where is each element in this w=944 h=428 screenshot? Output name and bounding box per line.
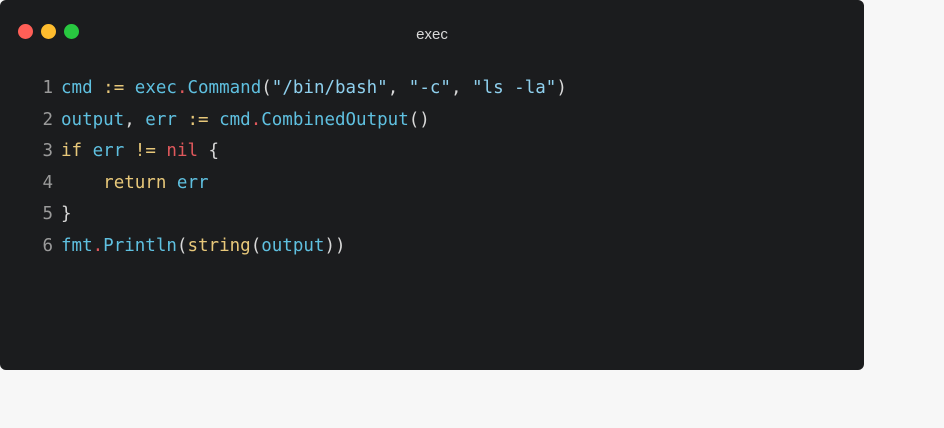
code-token: exec — [134, 78, 177, 98]
code-token: nil — [166, 141, 199, 161]
code-text: cmd := exec.Command("/bin/bash", "-c", "… — [61, 73, 567, 105]
line-number: 6 — [42, 235, 53, 256]
code-token: return — [103, 172, 167, 193]
line-number: 5 — [42, 204, 53, 224]
code-token: cmd — [61, 78, 93, 98]
code-token: "-c" — [408, 78, 451, 98]
code-window: exec 1 cmd := exec.Command("/bin/bash", "… — [0, 0, 864, 370]
code-token: } — [61, 204, 72, 224]
code-text: } — [61, 199, 72, 231]
code-token: Command — [187, 78, 262, 98]
code-line: 4 return err — [36, 168, 567, 200]
code-token: cmd — [219, 109, 251, 130]
code-line: 1 cmd := exec.Command("/bin/bash", "-c", … — [36, 73, 567, 105]
code-token: "ls -la" — [472, 78, 557, 98]
code-token: ( — [250, 235, 262, 256]
code-text: return err — [61, 168, 209, 200]
window-title: exec — [416, 26, 448, 43]
code-token: . — [92, 235, 104, 256]
code-token: () — [408, 109, 430, 130]
code-text: if err != nil { — [61, 136, 219, 168]
code-text: fmt.Println(string(output)) — [61, 231, 346, 263]
code-token: err — [145, 109, 177, 130]
code-text: output, err := cmd.CombinedOutput() — [61, 105, 430, 137]
code-line: 5} — [36, 199, 567, 231]
line-number: 2 — [42, 109, 53, 130]
code-token: ( — [261, 78, 272, 98]
code-token: "/bin/bash" — [271, 78, 388, 98]
code-line: 2 output, err := cmd.CombinedOutput() — [36, 105, 567, 137]
code-token: := — [187, 109, 209, 130]
code-line: 3 if err != nil { — [36, 136, 567, 168]
line-number: 3 — [42, 141, 53, 161]
code-token: fmt — [61, 235, 93, 256]
code-token: ( — [176, 235, 188, 256]
code-token: err — [92, 141, 125, 161]
code-token: , — [387, 78, 409, 98]
code-token: )) — [324, 235, 346, 256]
title-bar: exec — [0, 0, 864, 60]
code-token: err — [176, 172, 209, 193]
code-token: if — [61, 141, 83, 161]
code-token: != — [134, 141, 156, 161]
code-token: CombinedOutput — [261, 109, 409, 130]
code-token: . — [176, 78, 188, 98]
line-number: 4 — [42, 172, 53, 193]
code-token: := — [103, 78, 125, 98]
code-token: { — [198, 141, 220, 161]
code-token: ) — [556, 78, 567, 98]
code-token: string — [187, 235, 251, 256]
code-token: , — [124, 109, 146, 130]
code-block: 1 cmd := exec.Command("/bin/bash", "-c", … — [36, 73, 567, 263]
code-token: . — [250, 109, 262, 130]
code-token: , — [450, 78, 473, 98]
code-token: output — [261, 235, 325, 256]
code-token: output — [61, 109, 125, 130]
line-number: 1 — [42, 78, 53, 98]
code-token: Println — [103, 235, 177, 256]
code-line: 6 fmt.Println(string(output)) — [36, 231, 567, 263]
